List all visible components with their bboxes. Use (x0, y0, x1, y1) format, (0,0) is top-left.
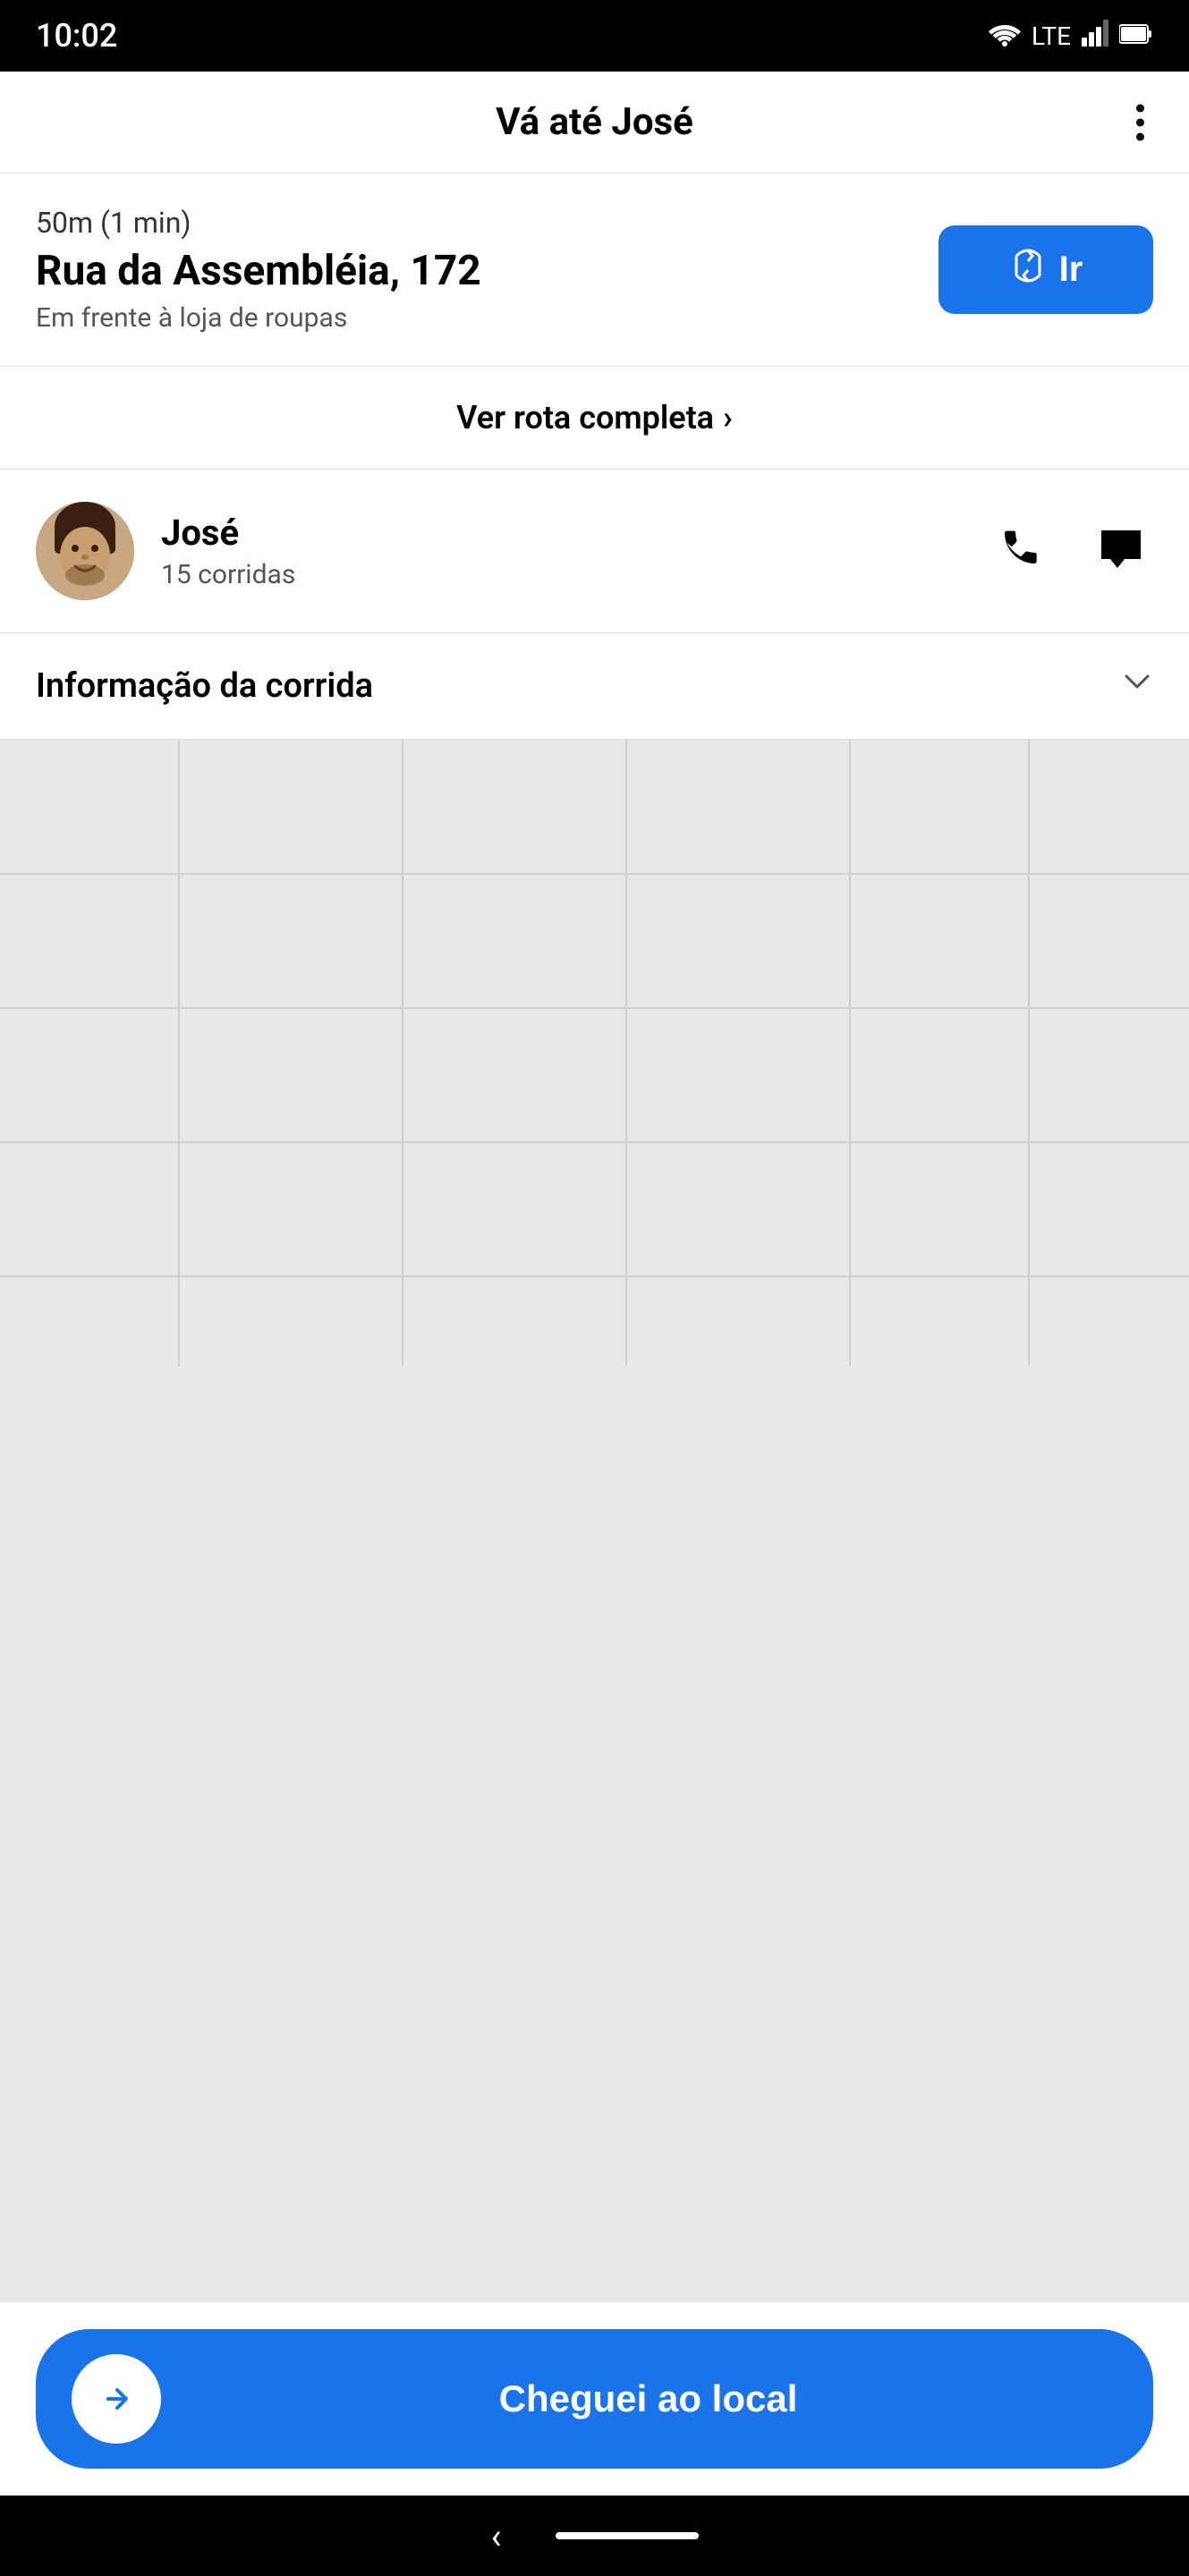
navigation-section: 50m (1 min) Rua da Assembléia, 172 Em fr… (0, 174, 1189, 367)
chevron-down-icon (1121, 665, 1153, 707)
nav-distance: 50m (1 min) (36, 206, 938, 240)
phone-icon (1001, 524, 1044, 578)
bottom-section: Cheguei ao local (0, 2302, 1189, 2496)
avatar (36, 502, 134, 600)
map-section (0, 740, 1189, 2302)
menu-button[interactable] (1127, 95, 1153, 149)
passenger-name: José (161, 512, 965, 554)
go-button[interactable]: Ir (938, 225, 1153, 314)
header: Vá até José (0, 72, 1189, 174)
passenger-info: José 15 corridas (161, 512, 965, 590)
map-svg (0, 740, 1189, 1366)
passenger-rides: 15 corridas (161, 559, 965, 590)
chevron-right-icon: › (723, 399, 733, 436)
battery-icon (1119, 21, 1153, 51)
route-icon (1009, 247, 1047, 292)
menu-dot (1136, 118, 1144, 126)
chat-icon (1098, 527, 1144, 576)
app-container: Vá até José 50m (1 min) Rua da Assembléi… (0, 72, 1189, 2496)
route-link[interactable]: Ver rota completa › (456, 399, 733, 436)
arrived-btn-arrow (72, 2354, 161, 2444)
back-button[interactable]: ‹ (490, 2515, 501, 2557)
passenger-section: José 15 corridas (0, 470, 1189, 633)
go-button-label: Ir (1059, 250, 1083, 290)
wifi-icon (989, 20, 1021, 53)
info-section[interactable]: Informação da corrida (0, 633, 1189, 740)
route-section[interactable]: Ver rota completa › (0, 367, 1189, 470)
passenger-actions (992, 515, 1153, 587)
signal-icon (1082, 20, 1108, 53)
status-time: 10:02 (36, 17, 117, 55)
nav-street: Rua da Assembléia, 172 (36, 247, 938, 295)
info-title: Informação da corrida (36, 666, 373, 706)
bottom-nav: ‹ (0, 2496, 1189, 2576)
home-indicator[interactable] (556, 2532, 699, 2539)
route-link-label: Ver rota completa (456, 399, 714, 436)
menu-dot (1136, 132, 1144, 140)
arrived-button-label: Cheguei ao local (179, 2377, 1117, 2420)
avatar-face (36, 502, 134, 600)
chat-button[interactable] (1089, 518, 1153, 585)
page-title: Vá até José (496, 100, 693, 144)
status-icons: LTE (989, 20, 1153, 53)
status-bar: 10:02 LTE (0, 0, 1189, 72)
nav-info: 50m (1 min) Rua da Assembléia, 172 Em fr… (36, 206, 938, 334)
arrived-button[interactable]: Cheguei ao local (36, 2329, 1153, 2469)
arrow-right-icon (94, 2377, 139, 2421)
avatar-svg (36, 502, 134, 600)
call-button[interactable] (992, 515, 1053, 587)
lte-icon: LTE (1032, 21, 1071, 51)
menu-dot (1136, 104, 1144, 112)
nav-landmark: Em frente à loja de roupas (36, 302, 938, 334)
